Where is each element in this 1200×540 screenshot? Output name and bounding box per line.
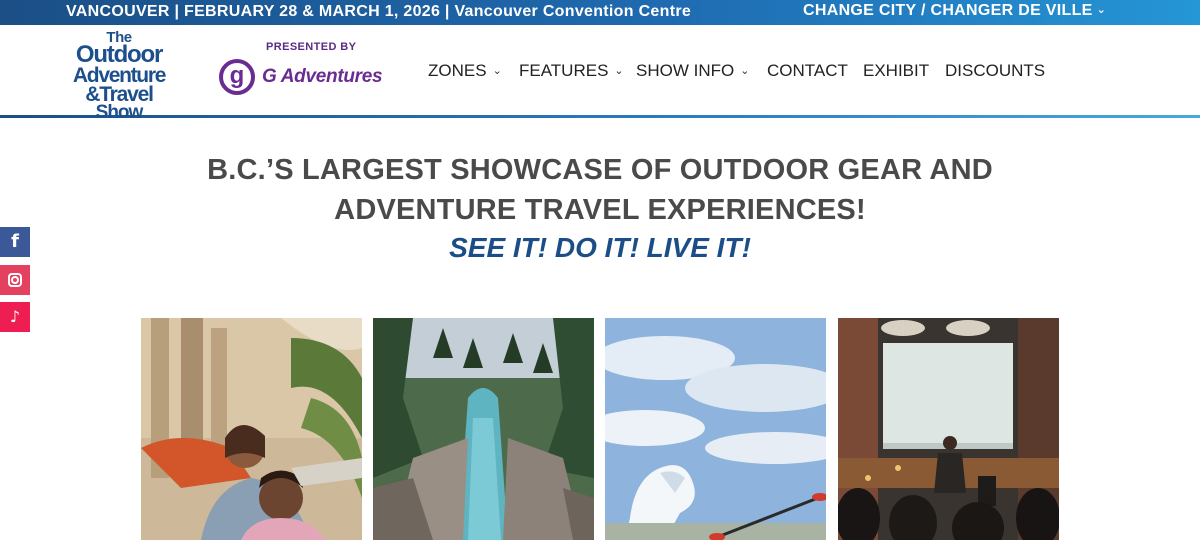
nav-exhibit[interactable]: EXHIBIT xyxy=(863,61,929,81)
photo-tile-kayak[interactable] xyxy=(605,318,826,540)
g-adventures-icon[interactable]: g xyxy=(219,59,255,95)
instagram-lens xyxy=(11,276,19,284)
instagram-icon[interactable] xyxy=(0,265,30,295)
headline-line: ADVENTURE TRAVEL EXPERIENCES! xyxy=(334,194,866,226)
change-city-label: CHANGE CITY / CHANGER DE VILLE xyxy=(803,2,1093,19)
nav-label: ZONES xyxy=(428,61,487,80)
chevron-down-icon: ⌄ xyxy=(614,65,624,77)
show-logo[interactable]: The Outdoor Adventure &Travel Show xyxy=(58,30,180,122)
nav-label: SHOW INFO xyxy=(636,61,735,80)
photo-tile-couple[interactable] xyxy=(141,318,362,540)
event-info: VANCOUVER | FEBRUARY 28 & MARCH 1, 2026 … xyxy=(66,3,692,20)
nav-discounts[interactable]: DISCOUNTS xyxy=(945,61,1045,81)
photo-tile-canyon[interactable] xyxy=(373,318,594,540)
header-divider xyxy=(0,115,1200,118)
couple-photo xyxy=(141,318,362,540)
photo-tile-presentation[interactable] xyxy=(838,318,1059,540)
nav-label: EXHIBIT xyxy=(863,61,930,80)
kayak-photo xyxy=(605,318,826,540)
nav-show-info[interactable]: SHOW INFO ⌄ xyxy=(636,61,749,81)
top-bar: VANCOUVER | FEBRUARY 28 & MARCH 1, 2026 … xyxy=(0,0,1200,25)
chevron-down-icon: ⌄ xyxy=(740,65,750,77)
nav-contact[interactable]: CONTACT xyxy=(767,61,848,81)
headline-line: B.C.’S LARGEST SHOWCASE OF OUTDOOR GEAR … xyxy=(207,154,993,186)
nav-label: CONTACT xyxy=(767,61,848,80)
hero-headline: B.C.’S LARGEST SHOWCASE OF OUTDOOR GEAR … xyxy=(0,150,1200,230)
chevron-down-icon: ⌄ xyxy=(492,65,502,77)
chevron-down-icon: ⌄ xyxy=(1096,4,1107,16)
nav-label: DISCOUNTS xyxy=(945,61,1046,80)
g-adventures-name[interactable]: G Adventures xyxy=(262,66,383,88)
logo-line: Show xyxy=(95,102,144,123)
hero-tagline: SEE IT! DO IT! LIVE IT! xyxy=(449,232,751,263)
presentation-photo xyxy=(838,318,1059,540)
change-city-menu[interactable]: CHANGE CITY / CHANGER DE VILLE ⌄ xyxy=(803,2,1106,20)
nav-zones[interactable]: ZONES ⌄ xyxy=(428,61,502,81)
presented-by-label: PRESENTED BY xyxy=(266,41,357,53)
nav-label: FEATURES xyxy=(519,61,609,80)
canyon-photo xyxy=(373,318,594,540)
nav-features[interactable]: FEATURES ⌄ xyxy=(519,61,624,81)
tiktok-icon[interactable]: ♪ xyxy=(0,302,30,332)
